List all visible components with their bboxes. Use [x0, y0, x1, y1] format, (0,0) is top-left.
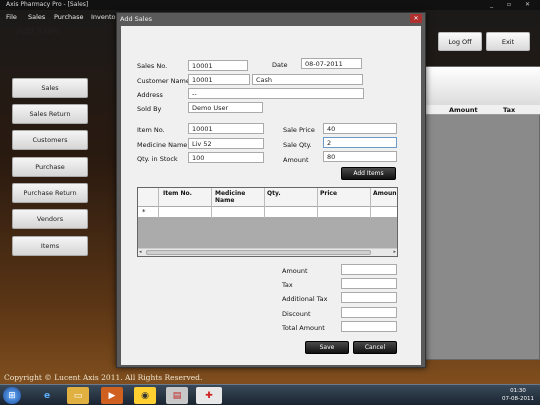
sidebar-item-purchase[interactable]: Purchase — [12, 157, 88, 177]
discount-label: Discount — [282, 310, 311, 318]
medicine-name-field[interactable]: Liv 52 — [188, 138, 264, 149]
date-label: Date — [272, 61, 288, 69]
additional-tax-field[interactable] — [341, 292, 397, 303]
clock-time: 01:30 — [510, 388, 526, 394]
sale-qty-label: Sale Qty. — [283, 141, 312, 149]
menu-sales[interactable]: Sales — [28, 13, 45, 21]
grid-divider — [370, 188, 371, 218]
start-icon[interactable]: ⊞ — [3, 387, 21, 404]
additional-tax-label: Additional Tax — [282, 295, 328, 303]
amount-label: Amount — [283, 156, 309, 164]
item-no-field[interactable]: 10001 — [188, 123, 264, 134]
sold-by-label: Sold By — [137, 105, 162, 113]
tax-label: Tax — [282, 281, 293, 289]
sales-table-background: Amount Tax — [420, 66, 540, 360]
app-icon[interactable]: ◉ — [134, 387, 156, 404]
cancel-button[interactable]: Cancel — [353, 341, 397, 354]
menu-file[interactable]: File — [6, 13, 17, 21]
copyright-footer: Copyright © Lucent Axis 2011. All Rights… — [4, 373, 203, 382]
sale-qty-field[interactable]: 2 — [323, 137, 397, 148]
column-tax: Tax — [503, 106, 516, 114]
sidebar-item-sales-return[interactable]: Sales Return — [12, 104, 88, 124]
exit-button[interactable]: Exit — [486, 32, 530, 51]
folder-icon[interactable]: ▭ — [67, 387, 89, 404]
pharmacy-app-icon[interactable]: ✚ — [196, 387, 222, 404]
window-controls[interactable]: _ ▫ ✕ — [490, 1, 536, 8]
sales-table-header: Amount Tax — [421, 105, 540, 115]
taskbar: ⊞ e ▭ ▶ ◉ ▤ ✚ 01:30 07-08-2011 — [0, 384, 540, 405]
dialog-title: Add Sales — [120, 15, 152, 23]
grand-total-field[interactable] — [341, 321, 397, 332]
scroll-right-icon[interactable]: ▸ — [393, 249, 396, 255]
sold-by-field[interactable]: Demo User — [188, 102, 263, 113]
amount-field[interactable]: 80 — [323, 151, 397, 162]
close-icon[interactable]: ✕ — [410, 14, 422, 23]
column-amount: Amount — [449, 106, 478, 114]
date-field[interactable]: 08-07-2011 — [301, 58, 362, 69]
tax-field[interactable] — [341, 278, 397, 289]
medicine-name-label: Medicine Name — [137, 141, 188, 149]
sidebar-item-customers[interactable]: Customers — [12, 130, 88, 150]
logoff-button[interactable]: Log Off — [438, 32, 482, 51]
customer-name-field[interactable]: Cash — [252, 74, 363, 85]
document-icon[interactable]: ▤ — [166, 387, 188, 404]
customer-id-field[interactable]: 10001 — [188, 74, 250, 85]
address-label: Address — [137, 91, 163, 99]
grid-col-amount[interactable]: Amoun — [373, 190, 397, 197]
grid-divider — [264, 188, 265, 218]
scroll-left-icon[interactable]: ◂ — [139, 249, 142, 255]
grid-horizontal-scrollbar[interactable]: ◂ ▸ — [138, 248, 397, 256]
grid-col-qty[interactable]: Qty. — [267, 190, 281, 197]
scrollbar-thumb[interactable] — [146, 250, 371, 255]
system-clock[interactable]: 01:30 07-08-2011 — [502, 387, 534, 403]
totals-amount-field[interactable] — [341, 264, 397, 275]
qty-in-stock-label: Qty. in Stock — [137, 155, 178, 163]
sale-price-field[interactable]: 40 — [323, 123, 397, 134]
menu-purchase[interactable]: Purchase — [54, 13, 84, 21]
app-title-bar: Axis Pharmacy Pro - [Sales] _ ▫ ✕ — [0, 0, 540, 10]
item-no-label: Item No. — [137, 126, 165, 134]
address-field[interactable]: -- — [188, 88, 364, 99]
sale-price-label: Sale Price — [283, 126, 315, 134]
qty-in-stock-field[interactable]: 100 — [188, 152, 264, 163]
discount-field[interactable] — [341, 307, 397, 318]
grid-divider — [317, 188, 318, 218]
grid-col-price[interactable]: Price — [320, 190, 337, 197]
panel-header-stripe — [421, 67, 540, 105]
sidebar-item-purchase-return[interactable]: Purchase Return — [12, 183, 88, 203]
grand-total-label: Total Amount — [282, 324, 325, 332]
grid-col-item-no[interactable]: Item No. — [163, 190, 192, 197]
menu-inventory[interactable]: Invento — [91, 13, 116, 21]
app-title: Axis Pharmacy Pro - [Sales] — [6, 1, 89, 8]
sidebar-item-items[interactable]: Items — [12, 236, 88, 256]
new-row-marker: * — [142, 208, 146, 216]
grid-new-row[interactable]: * — [138, 207, 397, 218]
items-grid: Item No. Medicine Name Qty. Price Amoun … — [137, 187, 398, 257]
sales-no-label: Sales No. — [137, 62, 168, 70]
grid-divider — [158, 188, 159, 218]
clock-date: 07-08-2011 — [502, 396, 534, 402]
add-items-button[interactable]: Add Items — [341, 167, 396, 180]
grid-divider — [211, 188, 212, 218]
media-player-icon[interactable]: ▶ — [101, 387, 123, 404]
browser-icon[interactable]: e — [36, 387, 58, 404]
form-heading: Add Sales — [16, 27, 61, 37]
sales-no-field[interactable]: 10001 — [188, 60, 248, 71]
grid-header: Item No. Medicine Name Qty. Price Amoun — [138, 188, 397, 207]
save-button[interactable]: Save — [305, 341, 349, 354]
grid-col-medicine-name[interactable]: Medicine Name — [215, 190, 245, 204]
total-amount-label: Amount — [282, 267, 308, 275]
sidebar-item-vendors[interactable]: Vendors — [12, 209, 88, 229]
customer-name-label: Customer Name — [137, 77, 190, 85]
sidebar-item-sales[interactable]: Sales — [12, 78, 88, 98]
